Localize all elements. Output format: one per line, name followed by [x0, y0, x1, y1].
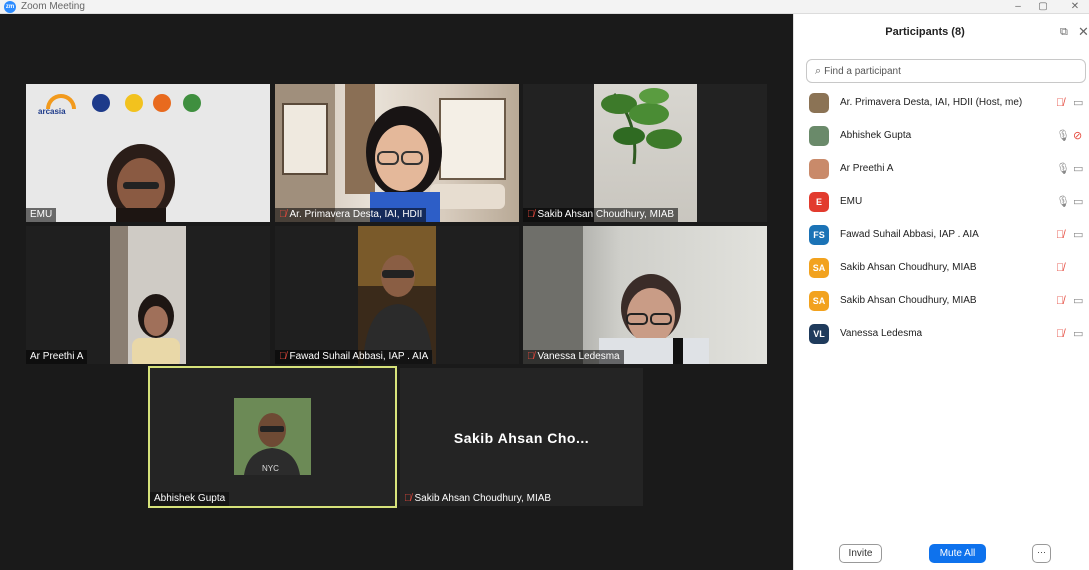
participant-name: Sakib Ahsan Choudhury, MIAB — [840, 262, 977, 273]
panel-footer: Invite Mute All ··· — [794, 542, 1089, 566]
video-tile-fawad[interactable]: 🎙̸ Fawad Suhail Abbasi, IAP . AIA — [275, 226, 519, 364]
mic-muted-icon[interactable]: 🎙̸ — [1056, 328, 1064, 340]
video-tile-abhishek[interactable]: NYC Abhishek Gupta — [148, 366, 397, 508]
badge-icon — [125, 94, 143, 112]
panel-title: Participants (8) — [885, 26, 965, 38]
participant-video-image — [594, 84, 697, 222]
video-tile-sakib[interactable]: 🎙̸ Sakib Ahsan Choudhury, MIAB — [523, 84, 767, 222]
participants-panel: Participants (8) ⧉ ✕ ⌕ Ar. Primavera Des… — [793, 14, 1089, 570]
camera-icon[interactable]: ▭ — [1073, 195, 1083, 208]
participant-row[interactable]: E EMU 🎙 ▭ — [794, 185, 1089, 218]
badge-icon — [183, 94, 201, 112]
participant-name: Ar Preethi A — [840, 163, 894, 174]
badge-icon — [92, 94, 110, 112]
mic-icon[interactable]: 🎙 — [1056, 195, 1070, 208]
video-tile-vanessa[interactable]: 🎙̸ Vanessa Ledesma — [523, 226, 767, 364]
participant-row[interactable]: FS Fawad Suhail Abbasi, IAP . AIA 🎙̸ ▭ — [794, 218, 1089, 251]
tile-label: 🎙̸ Sakib Ahsan Choudhury, MIAB — [404, 493, 552, 504]
invite-button[interactable]: Invite — [839, 544, 882, 563]
camera-icon[interactable]: ▭ — [1073, 162, 1083, 175]
participant-row[interactable]: SA Sakib Ahsan Choudhury, MIAB 🎙̸ — [794, 251, 1089, 284]
participant-video-image — [107, 144, 175, 222]
close-icon[interactable]: ✕ — [1078, 24, 1089, 40]
avatar: SA — [809, 290, 829, 311]
camera-icon[interactable]: ▭ — [1073, 294, 1083, 307]
avatar: E — [809, 191, 829, 212]
zoom-logo-icon: zm — [4, 0, 16, 13]
avatar: SA — [809, 257, 829, 278]
mic-muted-icon[interactable]: 🎙̸ — [1056, 97, 1064, 109]
participant-name: Abhishek Gupta — [840, 130, 912, 141]
mic-muted-icon: 🎙̸ — [279, 351, 287, 362]
search-input[interactable] — [824, 65, 1065, 77]
participant-name: EMU — [840, 196, 863, 207]
avatar — [809, 125, 829, 146]
camera-icon[interactable]: ▭ — [1073, 96, 1083, 109]
tile-label: 🎙̸ Sakib Ahsan Choudhury, MIAB — [523, 208, 679, 222]
participant-name: Fawad Suhail Abbasi, IAP . AIA — [840, 229, 979, 240]
mute-all-button[interactable]: Mute All — [929, 544, 986, 563]
tile-label: Abhishek Gupta — [150, 492, 230, 506]
participant-video-image — [110, 226, 186, 364]
participant-row[interactable]: Ar. Primavera Desta, IAI, HDII (Host, me… — [794, 86, 1089, 119]
mic-muted-icon[interactable]: 🎙̸ — [1056, 262, 1064, 274]
camera-icon[interactable]: ▭ — [1073, 327, 1083, 340]
participant-video-image: NYC — [234, 398, 311, 475]
tile-label: EMU — [26, 208, 57, 222]
participant-row[interactable]: Ar Preethi A 🎙 ▭ — [794, 152, 1089, 185]
camera-off-icon[interactable]: ⊘ — [1073, 129, 1082, 142]
window-title: Zoom Meeting — [21, 1, 85, 12]
participant-row[interactable]: SA Sakib Ahsan Choudhury, MIAB 🎙̸ ▭ — [794, 284, 1089, 317]
maximize-button[interactable]: ▢ — [1028, 0, 1058, 14]
close-window-button[interactable]: ✕ — [1060, 0, 1089, 14]
participant-video-image — [275, 84, 506, 222]
participant-name: Ar. Primavera Desta, IAI, HDII (Host, me… — [840, 97, 1023, 108]
participant-name: Vanessa Ledesma — [840, 328, 923, 339]
avatar: VL — [809, 323, 829, 344]
arcasia-logo: arcasia — [36, 94, 88, 120]
shirt-text: NYC — [262, 464, 279, 473]
camera-icon[interactable]: ▭ — [1073, 228, 1083, 241]
participant-row[interactable]: VL Vanessa Ledesma 🎙̸ ▭ — [794, 317, 1089, 350]
mic-muted-icon: 🎙̸ — [527, 209, 535, 220]
video-gallery: arcasia EMU 🎙̸ Ar. Primavera Desta, IAI, … — [0, 14, 790, 570]
tile-label: 🎙̸ Ar. Primavera Desta, IAI, HDII — [275, 208, 427, 222]
mic-icon[interactable]: 🎙 — [1056, 162, 1070, 175]
avatar: FS — [809, 224, 829, 245]
participant-name: Sakib Ahsan Choudhury, MIAB — [840, 295, 977, 306]
popout-icon[interactable]: ⧉ — [1060, 26, 1068, 39]
video-tile-preethi[interactable]: Ar Preethi A — [26, 226, 270, 364]
tile-label: 🎙̸ Fawad Suhail Abbasi, IAP . AIA — [275, 350, 433, 364]
mic-icon[interactable]: 🎙 — [1056, 129, 1070, 142]
video-tile-primavera[interactable]: 🎙̸ Ar. Primavera Desta, IAI, HDII — [275, 84, 519, 222]
badge-icon — [153, 94, 171, 112]
mic-muted-icon[interactable]: 🎙̸ — [1056, 229, 1064, 241]
search-box[interactable]: ⌕ — [806, 59, 1086, 83]
more-options-button[interactable]: ··· — [1032, 544, 1051, 563]
mic-muted-icon: 🎙̸ — [279, 209, 287, 220]
tile-label: 🎙̸ Vanessa Ledesma — [523, 350, 624, 364]
mic-muted-icon: 🎙̸ — [527, 351, 535, 362]
avatar — [809, 158, 829, 179]
title-bar: zm Zoom Meeting – ▢ ✕ — [0, 0, 1089, 14]
participant-video-image — [358, 226, 436, 364]
avatar — [809, 92, 829, 113]
mic-muted-icon[interactable]: 🎙̸ — [1056, 295, 1064, 307]
video-tile-emu[interactable]: arcasia EMU — [26, 84, 270, 222]
search-icon: ⌕ — [815, 64, 822, 77]
participant-video-image — [523, 226, 709, 364]
participant-name-placeholder: Sakib Ahsan Cho... — [453, 430, 590, 446]
video-tile-sakib-2[interactable]: Sakib Ahsan Cho... 🎙̸ Sakib Ahsan Choudhu… — [400, 368, 643, 506]
tile-label: Ar Preethi A — [26, 350, 88, 364]
participant-row[interactable]: Abhishek Gupta 🎙 ⊘ — [794, 119, 1089, 152]
mic-muted-icon: 🎙̸ — [404, 493, 412, 504]
